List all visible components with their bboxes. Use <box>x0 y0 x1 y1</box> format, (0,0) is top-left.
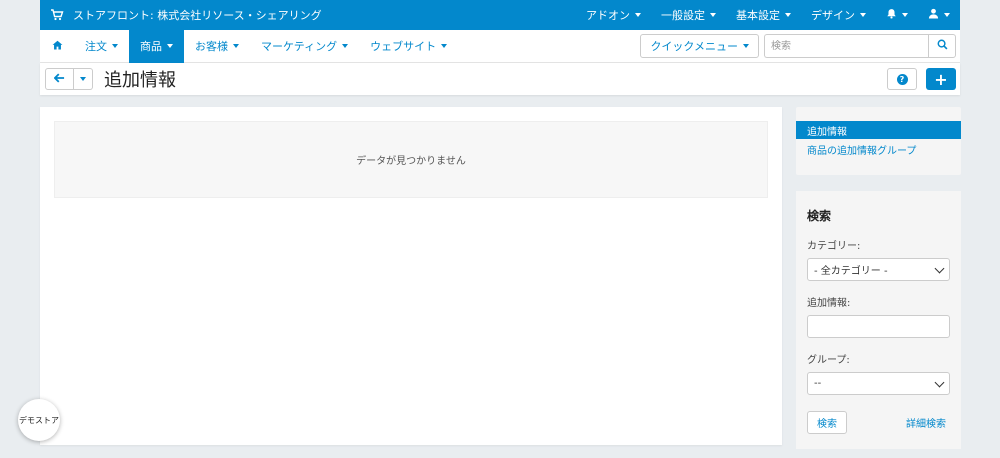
help-button[interactable]: ? <box>887 68 917 90</box>
global-search <box>764 34 956 58</box>
chevron-down-icon <box>934 263 945 273</box>
back-dropdown-button[interactable] <box>74 68 93 90</box>
sidebar-search-button[interactable]: 検索 <box>807 411 847 434</box>
search-icon <box>937 39 948 53</box>
extra-info-label: 追加情報: <box>807 298 851 309</box>
advanced-search-link[interactable]: 詳細検索 <box>906 415 950 430</box>
cart-icon <box>50 8 64 22</box>
title-bar: 追加情報 ? + <box>40 63 960 95</box>
notifications-menu[interactable] <box>876 0 918 30</box>
group-select-value: -- <box>814 378 822 389</box>
menu-addons[interactable]: アドオン <box>576 0 651 30</box>
caret-down-icon <box>167 44 173 48</box>
user-menu[interactable] <box>918 0 960 30</box>
sidebar-item-extra-info[interactable]: 追加情報 <box>796 121 961 139</box>
main-nav: 注文 商品 お客様 マーケティング ウェブサイト クイックメニュー <box>40 29 960 63</box>
nav-marketing-label: マーケティング <box>261 40 338 53</box>
search-panel-title: 検索 <box>807 209 832 223</box>
category-select-value: - 全カテゴリー - <box>814 266 888 277</box>
caret-down-icon <box>441 44 448 48</box>
main-content: データが見つかりません <box>40 107 782 445</box>
menu-general-settings[interactable]: 一般設定 <box>651 0 726 30</box>
chevron-down-icon <box>934 377 945 387</box>
user-icon <box>928 8 939 22</box>
caret-down-icon <box>902 13 908 17</box>
nav-products[interactable]: 商品 <box>129 29 184 63</box>
home-nav-item[interactable] <box>40 30 74 63</box>
caret-down-icon <box>80 77 86 81</box>
add-button[interactable]: + <box>926 68 956 90</box>
sidebar-item-extra-info-groups[interactable]: 商品の追加情報グループ <box>796 139 961 160</box>
menu-basic-settings[interactable]: 基本設定 <box>726 0 801 30</box>
nav-website-label: ウェブサイト <box>370 40 437 53</box>
back-button-group <box>45 68 93 90</box>
search-input[interactable] <box>764 34 928 58</box>
nav-orders-label: 注文 <box>85 40 107 53</box>
category-select[interactable]: - 全カテゴリー - <box>807 258 950 281</box>
nav-website[interactable]: ウェブサイト <box>359 30 458 63</box>
sidebar-search-panel: 検索 カテゴリー: - 全カテゴリー - 追加情報: グループ: -- 検索 詳… <box>796 191 961 449</box>
storefront-link[interactable]: ストアフロント: 株式会社リソース・シェアリング <box>40 7 576 23</box>
search-button[interactable] <box>928 34 956 58</box>
nav-marketing[interactable]: マーケティング <box>250 30 359 63</box>
nav-orders[interactable]: 注文 <box>74 30 129 63</box>
back-button[interactable] <box>45 68 74 90</box>
menu-general-settings-label: 一般設定 <box>661 9 705 22</box>
empty-message: データが見つかりません <box>54 121 768 198</box>
nav-products-label: 商品 <box>140 40 162 53</box>
caret-down-icon <box>710 13 716 17</box>
store-title: ストアフロント: 株式会社リソース・シェアリング <box>73 9 322 22</box>
caret-down-icon <box>342 44 349 48</box>
question-icon: ? <box>896 73 908 85</box>
demo-store-button[interactable]: デモストア <box>18 399 60 441</box>
caret-down-icon <box>785 13 791 17</box>
caret-down-icon <box>112 44 118 48</box>
sidebar-links: 追加情報 商品の追加情報グループ <box>796 107 961 175</box>
caret-down-icon <box>743 44 749 48</box>
group-select[interactable]: -- <box>807 372 950 395</box>
menu-basic-settings-label: 基本設定 <box>736 9 780 22</box>
arrow-left-icon <box>53 73 65 86</box>
nav-customers[interactable]: お客様 <box>184 30 250 63</box>
nav-customers-label: お客様 <box>195 40 228 53</box>
plus-icon: + <box>934 69 948 89</box>
extra-info-input[interactable] <box>807 315 950 338</box>
quick-menu-button[interactable]: クイックメニュー <box>640 34 759 58</box>
bell-icon <box>886 8 897 22</box>
menu-addons-label: アドオン <box>586 9 630 22</box>
menu-design[interactable]: デザイン <box>801 0 876 30</box>
caret-down-icon <box>635 13 641 17</box>
page-title: 追加情報 <box>104 70 176 91</box>
home-icon <box>52 40 63 53</box>
caret-down-icon <box>944 13 950 17</box>
menu-design-label: デザイン <box>811 9 855 22</box>
caret-down-icon <box>233 44 239 48</box>
group-label: グループ: <box>807 355 850 366</box>
category-label: カテゴリー: <box>807 241 861 252</box>
top-bar: ストアフロント: 株式会社リソース・シェアリング アドオン 一般設定 基本設定 … <box>40 0 960 30</box>
quick-menu-label: クイックメニュー <box>650 40 738 53</box>
caret-down-icon <box>860 13 866 17</box>
